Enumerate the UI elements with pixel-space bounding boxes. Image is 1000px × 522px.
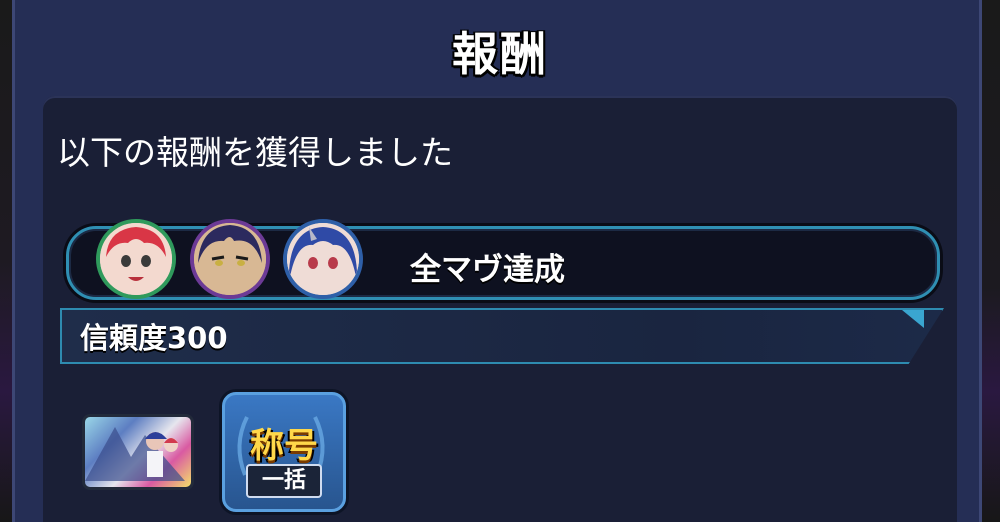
title-reward-name: 称号	[250, 426, 318, 466]
reward-message: 以下の報酬を獲得しました	[57, 133, 453, 172]
dialog-title: 報酬	[452, 27, 548, 81]
character-avatar-blue-hair	[283, 219, 363, 299]
reward-bar-corner-icon	[902, 310, 924, 328]
reward-image-thumbnail[interactable]	[82, 414, 194, 490]
mission-label: 全マヴ達成	[410, 252, 565, 288]
character-avatar-purple-hair	[190, 219, 270, 299]
reward-label: 信頼度300	[80, 321, 228, 355]
title-bulk-badge: 一括	[246, 464, 322, 498]
character-avatar-red-hair	[96, 219, 176, 299]
